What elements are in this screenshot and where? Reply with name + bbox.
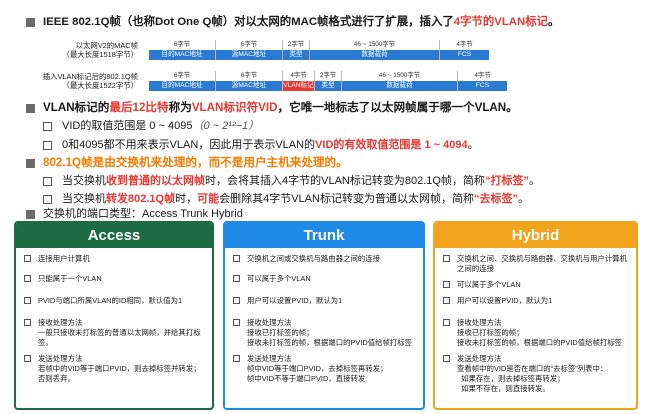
bullet-square-icon xyxy=(26,18,35,27)
checkbox-icon xyxy=(24,355,31,362)
frame-seg-payload: 46 ~ 1500字节 数据载荷 xyxy=(310,40,440,60)
checkbox-icon xyxy=(443,297,450,304)
heading-8021q: IEEE 802.1Q帧（也称Dot One Q帧）对以太网的MAC帧格式进行了… xyxy=(43,16,560,28)
frame-8021q: 6字节 目的MAC地址 6字节 源MAC地址 4字节 VLAN标记 2字节 类型 46 … xyxy=(149,71,507,91)
frame-seg-payload: 46 ~ 1500字节 数据载荷 xyxy=(342,71,458,91)
checkbox-icon xyxy=(443,281,450,288)
heading-port-types: 交换机的端口类型：Access Trunk Hybrid xyxy=(43,208,243,220)
checkbox-icon xyxy=(443,355,450,362)
frame-seg-src-mac: 6字节 源MAC地址 xyxy=(216,40,283,60)
card-hybrid: Hybrid 交换机之间、交换机与路由器、交换机与用户计算机 之间的连接 可以属于… xyxy=(433,221,638,410)
checkbox-icon xyxy=(43,122,52,131)
frame-seg-fcs: 4字节 FCS xyxy=(458,71,507,91)
heading-vid: VLAN标记的最后12比特称为VLAN标识符VID，它唯一地标志了以太网帧属于哪… xyxy=(43,101,518,114)
frame-seg-src-mac: 6字节 源MAC地址 xyxy=(216,71,283,91)
bullet-square-icon xyxy=(26,210,35,219)
checkbox-icon xyxy=(233,275,240,282)
bullet-square-icon xyxy=(26,104,35,113)
checkbox-icon xyxy=(43,177,52,186)
frame-seg-type: 2字节 类型 xyxy=(315,71,342,91)
frame-ethernet-v2: 6字节 目的MAC地址 6字节 源MAC地址 2字节 类型 46 ~ 1500字节 数据… xyxy=(149,40,489,60)
vid-range-text: VID的取值范围是 0 ~ 4095（0 ~ 2¹²−1） xyxy=(62,120,260,132)
checkbox-icon xyxy=(43,195,52,204)
checkbox-icon xyxy=(43,141,52,150)
card-access: Access 连接用户计算机 只能属于一个VLAN PVID与端口所属VLAN的… xyxy=(14,221,214,410)
checkbox-icon xyxy=(24,275,31,282)
frame-label-ethernet-v2: 以太网V2的MAC帧 （最大长度1518字节） xyxy=(62,41,138,59)
checkbox-icon xyxy=(233,355,240,362)
checkbox-icon xyxy=(233,319,240,326)
frame-seg-dst-mac: 6字节 目的MAC地址 xyxy=(149,40,216,60)
vid-valid-text: 0和4095都不用来表示VLAN，因此用于表示VLAN的VID的有效取值范围是 … xyxy=(62,139,479,151)
checkbox-icon xyxy=(233,255,240,262)
untagging-text: 当交换机转发802.1Q帧时，可能会删除其4字节VLAN标记转变为普通以太网帧，… xyxy=(62,193,529,205)
heading-switch-processing: 802.1Q帧是由交换机来处理的，而不是用户主机来处理的。 xyxy=(43,156,348,169)
checkbox-icon xyxy=(233,297,240,304)
card-title-trunk: Trunk xyxy=(225,223,423,248)
checkbox-icon xyxy=(443,255,450,262)
checkbox-icon xyxy=(24,297,31,304)
checkbox-icon xyxy=(24,255,31,262)
frame-seg-fcs: 4字节 FCS xyxy=(440,40,489,60)
frame-seg-type: 2字节 类型 xyxy=(283,40,310,60)
frame-label-8021q: 插入VLAN标记后的802.1Q帧 （最大长度1522字节） xyxy=(42,72,138,90)
card-title-hybrid: Hybrid xyxy=(435,223,636,248)
tagging-text: 当交换机收到普通的以太网帧时，会将其插入4字节的VLAN标记转变为802.1Q帧… xyxy=(62,175,540,187)
frame-seg-vlan-tag: 4字节 VLAN标记 xyxy=(283,71,315,91)
bullet-square-icon xyxy=(26,159,35,168)
card-trunk: Trunk 交换机之间或交换机与路由器之间的连接 可以属于多个VLAN 用户可以… xyxy=(223,221,425,410)
checkbox-icon xyxy=(24,319,31,326)
checkbox-icon xyxy=(443,319,450,326)
frame-seg-dst-mac: 6字节 目的MAC地址 xyxy=(149,71,216,91)
card-title-access: Access xyxy=(16,223,212,248)
